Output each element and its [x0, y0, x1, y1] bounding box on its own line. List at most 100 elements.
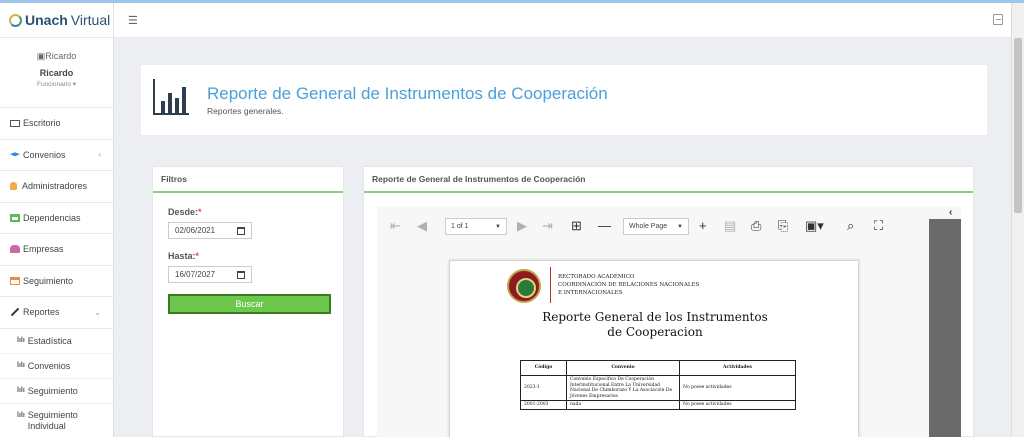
scrollbar-thumb[interactable]: [1014, 38, 1022, 213]
user-panel: ▣Ricardo Ricardo Funcionario ▾: [0, 38, 113, 108]
chevron-left-icon: ‹: [98, 150, 101, 160]
sidebar: Unach Virtual ▣Ricardo Ricardo Funcionar…: [0, 3, 114, 437]
page-scrollbar[interactable]: [1011, 3, 1024, 437]
bar-chart-icon: lılı: [17, 362, 25, 369]
sidebar-subitem-seguimiento-individual[interactable]: lılı Seguimiento Individual: [0, 404, 113, 437]
user-name: Ricardo: [39, 68, 74, 78]
dropdown-arrow-icon: ▼: [677, 223, 683, 230]
sidebar-item-label: Seguimiento: [23, 275, 74, 286]
save-icon[interactable]: ▣▾: [805, 218, 824, 234]
sidebar-item-label: Empresas: [23, 244, 64, 255]
zoom-in-icon[interactable]: +: [699, 218, 707, 233]
sidebar-item-label: Dependencias: [23, 212, 81, 223]
hasta-label: Hasta:*: [168, 251, 200, 261]
buscar-button[interactable]: Buscar: [168, 294, 331, 314]
sidebar-item-empresas[interactable]: Empresas: [0, 234, 113, 266]
table-cell: No posee actividades: [679, 375, 796, 401]
table-cell: 2023-1: [520, 375, 567, 401]
organization-header: RECTORADO ACADÉMICO COORDINACIÓN DE RELA…: [558, 274, 700, 296]
sidebar-item-convenios[interactable]: Convenios ‹: [0, 140, 113, 171]
first-page-icon[interactable]: ⇤: [390, 218, 401, 234]
avatar: ▣Ricardo: [0, 51, 113, 62]
sidebar-subitem-label: Convenios: [27, 360, 71, 371]
column-header: Convenio: [566, 360, 680, 376]
sidebar-subitem-seguimiento[interactable]: lılı Seguimiento: [0, 379, 113, 404]
table-header-row: Código Convenio Actividades: [520, 360, 796, 376]
brand-name-bold: Unach: [25, 12, 68, 28]
sidebar-subitem-convenios[interactable]: lılı Convenios: [0, 354, 113, 379]
pdf-page: RECTORADO ACADÉMICO COORDINACIÓN DE RELA…: [449, 260, 859, 437]
zoom-out-icon[interactable]: —: [598, 218, 611, 233]
user-role-dropdown[interactable]: Funcionario ▾: [0, 80, 113, 88]
page-title-card: Reporte de General de Instrumentos de Co…: [141, 65, 987, 135]
zoom-select[interactable]: Whole Page ▼: [623, 218, 689, 235]
report-panel: Reporte de General de Instrumentos de Co…: [363, 166, 974, 437]
table-cell: Convenio Específico De Cooperación Inter…: [566, 375, 680, 401]
bar-chart-icon: lılı: [17, 337, 25, 344]
university-seal-icon: [507, 269, 541, 303]
next-page-icon[interactable]: ▶: [517, 218, 527, 234]
wrench-icon: [10, 308, 20, 317]
pdf-toolbar: ⇤ ◀ 1 of 1 ▼ ▶ ⇥ ⊞ — Whole Page ▼ + ▤ ⎙ ⎘ …: [377, 207, 961, 247]
sidebar-item-label: Reportes: [23, 307, 60, 318]
sidebar-item-label: Administradores: [22, 181, 88, 192]
edit-icon[interactable]: ▤: [724, 218, 736, 234]
sidebar-item-seguimiento[interactable]: Seguimiento: [0, 266, 113, 297]
sidebar-item-escritorio[interactable]: Escritorio: [0, 108, 113, 140]
calendar-icon[interactable]: [237, 271, 245, 279]
sidebar-subitem-label: Seguimiento Individual: [27, 409, 78, 431]
brand-logo[interactable]: Unach Virtual: [0, 3, 113, 38]
broken-image-icon: ▣: [36, 51, 46, 61]
users-icon: [10, 245, 20, 254]
calendar-icon[interactable]: [237, 227, 245, 235]
table-row: 2023-1 Convenio Específico De Cooperació…: [520, 375, 796, 401]
report-table: Código Convenio Actividades 2023-1 Conve…: [520, 360, 796, 410]
column-header: Actividades: [679, 360, 796, 376]
report-document-title: Reporte General de los Instrumentos de C…: [542, 310, 768, 339]
pdf-viewer: ⇤ ◀ 1 of 1 ▼ ▶ ⇥ ⊞ — Whole Page ▼ + ▤ ⎙ ⎘ …: [377, 207, 961, 437]
chevron-down-icon: ⌄: [94, 307, 101, 317]
avatar-alt-text: Ricardo: [45, 51, 77, 61]
page-title: Reporte de General de Instrumentos de Co…: [207, 84, 608, 103]
sidebar-item-administradores[interactable]: Administradores: [0, 171, 113, 203]
hasta-date-input[interactable]: 16/07/2027: [168, 266, 252, 283]
filters-panel: Filtros Desde:* 02/06/2021 Hasta:* 16/07…: [152, 166, 344, 437]
unach-logo-icon: [9, 13, 22, 27]
top-header: ☰: [114, 3, 1011, 38]
sidebar-item-reportes[interactable]: Reportes ⌄: [0, 297, 113, 329]
last-page-icon[interactable]: ⇥: [542, 218, 553, 234]
bar-chart-icon: lılı: [17, 387, 25, 394]
page-subtitle: Reportes generales.: [207, 106, 284, 116]
sidebar-subitem-label: Estadística: [27, 335, 72, 346]
print-icon[interactable]: ⎙: [751, 218, 761, 234]
sidebar-subitem-estadistica[interactable]: lılı Estadística: [0, 329, 113, 354]
sidebar-item-label: Escritorio: [23, 118, 61, 129]
multi-page-view-icon[interactable]: ⊞: [571, 218, 582, 234]
collapse-panel-icon[interactable]: ‹: [949, 207, 952, 218]
report-heading: Reporte de General de Instrumentos de Co…: [364, 167, 973, 193]
sidebar-item-dependencias[interactable]: Dependencias: [0, 203, 113, 234]
fullscreen-icon[interactable]: ⛶: [874, 218, 883, 234]
list-icon: [10, 276, 20, 285]
bar-chart-icon: [153, 79, 189, 115]
page-select[interactable]: 1 of 1 ▼: [445, 218, 507, 235]
table-cell: No posee actividades: [679, 400, 796, 410]
previous-page-icon[interactable]: ◀: [417, 218, 427, 234]
sidebar-item-label: Convenios: [23, 149, 66, 160]
hamburger-menu-icon[interactable]: ☰: [128, 14, 138, 27]
search-icon[interactable]: ⌕: [847, 218, 854, 234]
bank-icon: [10, 213, 20, 222]
dropdown-arrow-icon: ▼: [495, 223, 501, 230]
bar-chart-icon: lılı: [17, 411, 25, 419]
column-header: Código: [520, 360, 567, 376]
table-row: 2001-2003 nada No posee actividades: [520, 400, 796, 410]
filters-heading: Filtros: [153, 167, 343, 193]
logout-icon[interactable]: [993, 14, 1003, 25]
print-with-preview-icon[interactable]: ⎘: [778, 218, 788, 234]
sidebar-subitem-label: Seguimiento: [27, 385, 78, 396]
divider: [550, 267, 551, 303]
desde-date-input[interactable]: 02/06/2021: [168, 222, 252, 239]
brand-name-rest: Virtual: [70, 12, 111, 28]
desde-label: Desde:*: [168, 207, 202, 217]
viewer-side-panel: [929, 219, 961, 437]
